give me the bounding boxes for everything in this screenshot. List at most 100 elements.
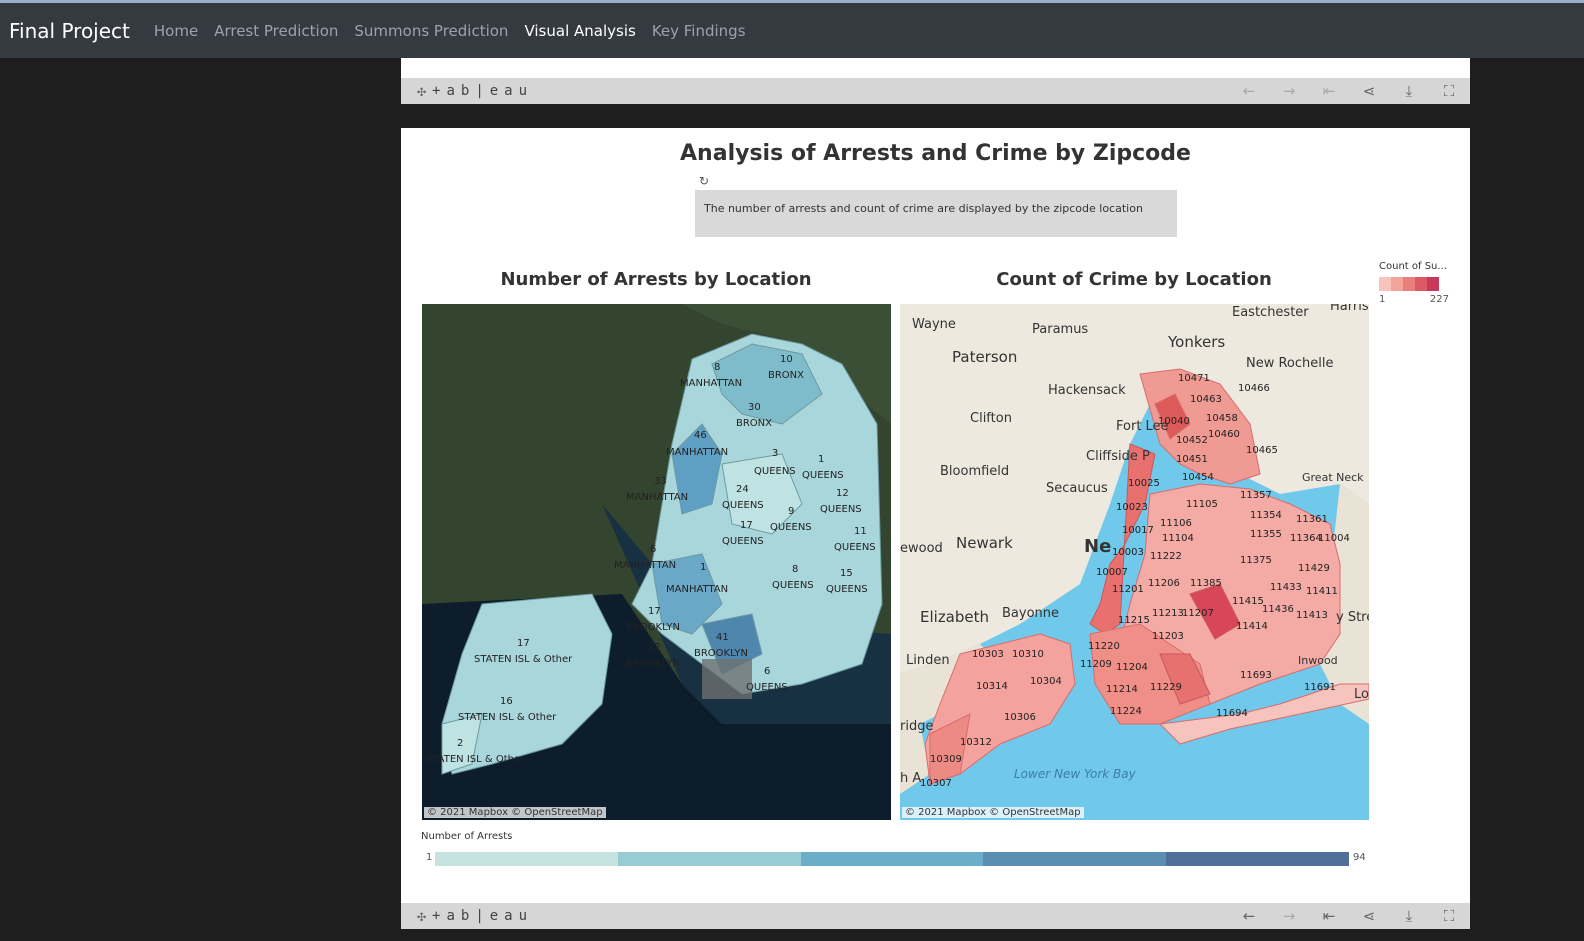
download-icon[interactable]: ⤓: [1398, 906, 1420, 926]
crime-zip-label-3: 10458: [1206, 413, 1238, 424]
right-map-place-24: y Stre: [1336, 610, 1369, 625]
left-map-label-35: BROOKLYN: [626, 658, 680, 669]
left-map-label-24: 6: [650, 544, 656, 555]
left-map-label-39: STATEN ISL & Other: [474, 654, 573, 665]
left-map-label-16: 12: [836, 488, 849, 499]
tableau-cross-icon: ✣: [417, 907, 427, 925]
crime-zip-label-42: 10310: [1012, 649, 1044, 660]
arrests-legend-max: 94: [1353, 852, 1366, 863]
tableau-logo-text: +ab|eau: [432, 83, 534, 99]
crime-zip-label-5: 10460: [1208, 429, 1240, 440]
crime-map[interactable]: Wayne Paramus Eastchester Harrison Pater…: [900, 304, 1369, 820]
tableau-logo-text: +ab|eau: [432, 908, 534, 924]
right-map-place-17: Elizabeth: [920, 608, 989, 626]
crime-zip-label-23: 11004: [1318, 533, 1350, 544]
revert-icon[interactable]: ⇤: [1318, 906, 1340, 926]
crime-zip-label-39: 11203: [1152, 631, 1184, 642]
right-map-place-25: Lor: [1354, 687, 1369, 702]
share-icon[interactable]: ⋖: [1358, 81, 1380, 101]
left-map-label-31: QUEENS: [826, 584, 868, 595]
crime-zip-label-2: 10463: [1190, 394, 1222, 405]
arrests-legend-bar[interactable]: [435, 852, 1349, 866]
download-icon[interactable]: ⤓: [1398, 81, 1420, 101]
dashboard-description: The number of arrests and count of crime…: [695, 190, 1177, 237]
redo-icon[interactable]: →: [1278, 81, 1300, 101]
crime-legend-max: 227: [1429, 294, 1449, 305]
right-map-place-20: Inwood: [1298, 654, 1338, 667]
left-map-label-36: 41: [716, 632, 729, 643]
right-map-place-16: ewood: [900, 541, 943, 556]
left-map-label-13: MANHATTAN: [626, 492, 688, 503]
left-map-credit[interactable]: © 2021 Mapbox © OpenStreetMap: [424, 807, 606, 818]
crime-zip-label-16: 10017: [1122, 525, 1154, 536]
redo-icon[interactable]: →: [1278, 906, 1300, 926]
fullscreen-icon[interactable]: ⛶: [1438, 81, 1460, 101]
nav-visual-analysis[interactable]: Visual Analysis: [524, 22, 635, 40]
right-map-place-2: Eastchester: [1232, 305, 1309, 320]
refresh-icon[interactable]: ↻: [699, 174, 709, 188]
left-map-label-37: BROOKLYN: [694, 648, 748, 659]
left-map-label-30: 15: [840, 568, 853, 579]
left-map-label-15: QUEENS: [722, 500, 764, 511]
nav-home[interactable]: Home: [154, 22, 198, 40]
left-blank-pane: [0, 58, 401, 941]
arrests-map[interactable]: 8 MANHATTAN 10 BRONX 30 BRONX 46 MANHATT…: [422, 304, 891, 820]
nav-key-findings[interactable]: Key Findings: [652, 22, 746, 40]
left-map-label-34: 22: [648, 642, 661, 653]
crime-legend-min: 1: [1379, 294, 1386, 305]
left-map-label-1: MANHATTAN: [680, 378, 742, 389]
left-map-label-17: QUEENS: [820, 504, 862, 515]
left-map-label-25: MANHATTAN: [614, 560, 676, 571]
crime-zip-label-15: 11361: [1296, 514, 1328, 525]
left-map-label-43: STATEN ISL & Other: [458, 712, 557, 723]
tableau-dashboard: Analysis of Arrests and Crime by Zipcode…: [401, 128, 1470, 903]
left-map-label-27: MANHATTAN: [666, 584, 728, 595]
crime-zip-label-17: 11106: [1160, 518, 1192, 529]
crime-zip-label-28: 11385: [1190, 578, 1222, 589]
nav-summons-prediction[interactable]: Summons Prediction: [354, 22, 508, 40]
undo-icon[interactable]: ←: [1238, 81, 1260, 101]
left-map-label-28: 8: [792, 564, 798, 575]
crime-zip-label-45: 10314: [976, 681, 1008, 692]
tableau-logo-bottom[interactable]: ✣ +ab|eau: [417, 907, 533, 925]
share-icon[interactable]: ⋖: [1358, 906, 1380, 926]
dashboard-title: Analysis of Arrests and Crime by Zipcode: [680, 141, 1191, 166]
left-map-label-6: 46: [694, 430, 707, 441]
revert-icon[interactable]: ⇤: [1318, 81, 1340, 101]
crime-zip-label-10: 10025: [1128, 478, 1160, 489]
crime-count-legend[interactable]: Count of Su... 1 227: [1379, 261, 1449, 305]
left-map-label-9: QUEENS: [754, 466, 796, 477]
left-map-label-11: QUEENS: [802, 470, 844, 481]
left-map-label-5: BRONX: [736, 418, 772, 429]
right-map-place-15: Ne: [1084, 536, 1111, 557]
nav-arrest-prediction[interactable]: Arrest Prediction: [214, 22, 338, 40]
fullscreen-icon[interactable]: ⛶: [1438, 906, 1460, 926]
left-map-title: Number of Arrests by Location: [500, 269, 812, 290]
crime-zip-label-9: 10454: [1182, 472, 1214, 483]
undo-icon[interactable]: ←: [1238, 906, 1260, 926]
crime-zip-label-53: 11694: [1216, 708, 1248, 719]
right-map-credit[interactable]: © 2021 Mapbox © OpenStreetMap: [902, 807, 1084, 818]
brand-title[interactable]: Final Project: [9, 19, 130, 43]
arrests-legend-segment-1: [617, 852, 801, 866]
left-map-label-26: 1: [700, 562, 706, 573]
crime-legend-swatch-2: [1403, 277, 1415, 291]
left-map-label-33: BROOKLYN: [626, 622, 680, 633]
right-map-place-23: h A: [900, 771, 921, 786]
crime-zip-label-1: 10466: [1238, 383, 1270, 394]
crime-zip-label-43: 11209: [1080, 659, 1112, 670]
top-navbar: Final Project Home Arrest Prediction Sum…: [0, 0, 1584, 58]
crime-legend-swatches: [1379, 277, 1449, 291]
left-map-label-10: 1: [818, 454, 824, 465]
right-map-place-21: Lower New York Bay: [1014, 767, 1137, 781]
crime-zip-label-52: 11224: [1110, 706, 1142, 717]
right-map-place-0: Wayne: [912, 317, 956, 332]
crime-zip-label-35: 11215: [1118, 615, 1150, 626]
left-map-label-19: QUEENS: [770, 522, 812, 533]
crime-legend-swatch-1: [1391, 277, 1403, 291]
tableau-logo[interactable]: ✣ +ab|eau: [417, 82, 533, 100]
right-map-place-14: Newark: [956, 534, 1013, 552]
right-map-place-11: Great Neck: [1302, 471, 1364, 484]
crime-zip-label-36: 11213: [1152, 608, 1184, 619]
left-map-label-4: 30: [748, 402, 761, 413]
